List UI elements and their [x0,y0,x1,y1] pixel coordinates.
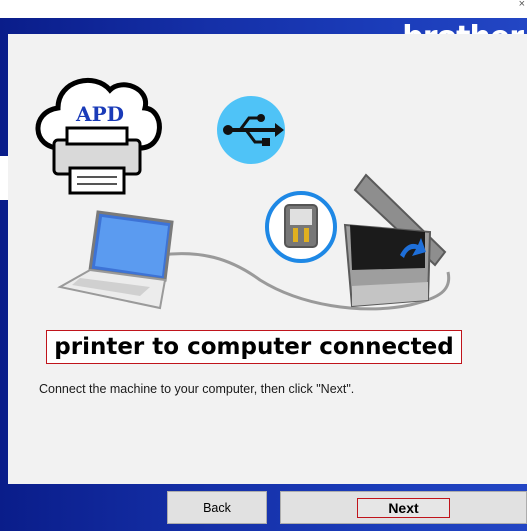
next-button[interactable]: Next [280,491,527,524]
logo-text: APD [75,102,124,126]
back-button-label: Back [203,500,231,515]
printer-icon [343,173,447,308]
usb-port-icon [265,191,337,263]
cloud-printer-logo-icon: APD [35,77,162,195]
next-button-label: Next [357,497,450,518]
connection-illustration: APD [35,77,451,311]
instruction-text: Connect the machine to your computer, th… [39,382,355,396]
usb-icon [217,96,285,164]
back-button[interactable]: Back [167,491,267,524]
headline-banner: printer to computer connected [46,330,462,364]
laptop-icon [57,210,174,310]
